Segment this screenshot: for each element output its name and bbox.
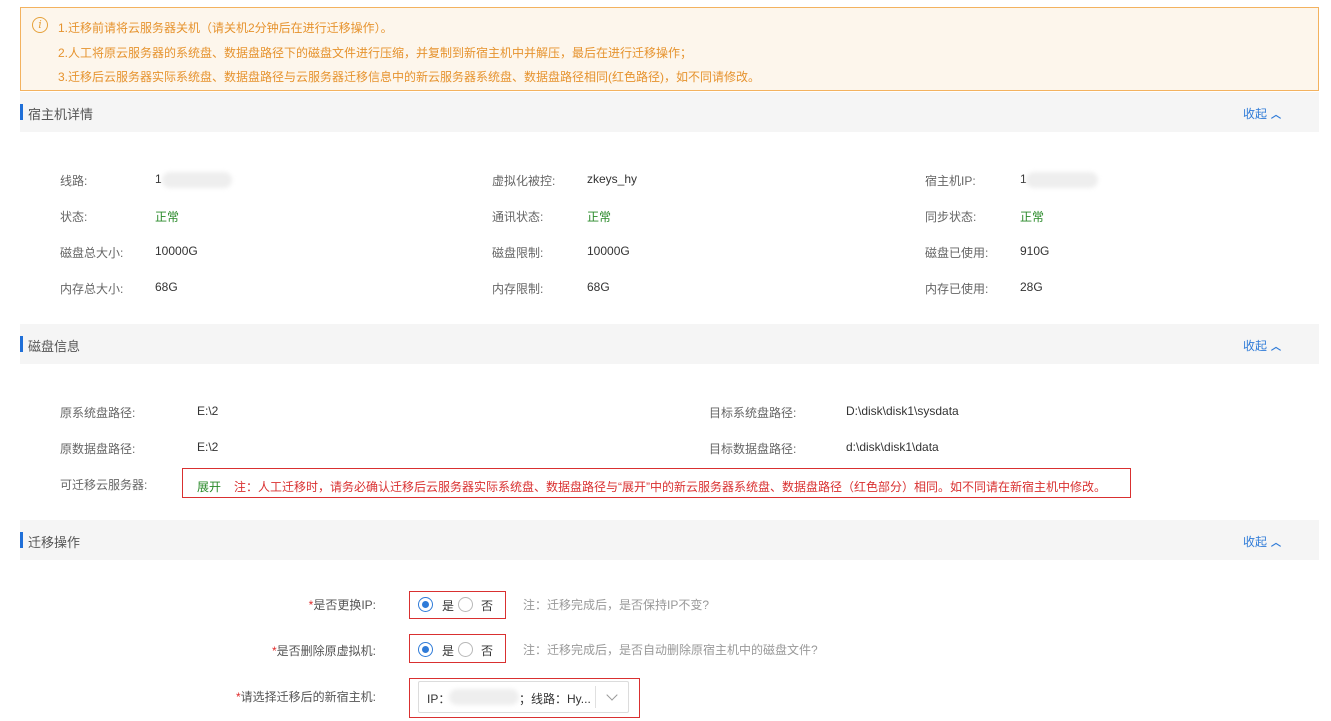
host-details-title: 宿主机详情: [28, 107, 94, 122]
disk-info-collapse-button[interactable]: 收起 ︿: [1243, 337, 1281, 354]
delete-vm-label-text: 是否删除原虚拟机:: [276, 644, 376, 658]
migrate-ops-title: 迁移操作: [28, 535, 81, 550]
redacted-new-host-ip: [449, 689, 519, 705]
chevron-down-icon: [606, 689, 618, 701]
delete-vm-yes-radio[interactable]: [418, 642, 433, 657]
migration-notice: i 1.迁移前请将云服务器关机（请关机2分钟后在进行迁移操作）。 2.人工将原云…: [20, 7, 1319, 91]
delete-vm-label: *是否删除原虚拟机:: [200, 642, 376, 659]
chevron-up-icon: ︿: [1271, 110, 1281, 121]
virtualization-label: 虚拟化被控:: [492, 174, 556, 188]
line-label: 线路:: [60, 174, 88, 188]
delete-vm-no-label: 否: [481, 644, 494, 658]
delete-vm-hint: 注：迁移完成后，是否自动删除原宿主机中的磁盘文件?: [523, 643, 818, 657]
src-sys-path-label: 原系统盘路径:: [60, 406, 136, 420]
section-accent-bar: [20, 104, 23, 120]
change-ip-no-radio[interactable]: [458, 597, 473, 612]
collapse-label: 收起: [1242, 107, 1267, 121]
dst-sys-path-value: D:\disk\disk1\sysdata: [846, 404, 959, 418]
mem-used-label: 内存已使用:: [925, 282, 989, 296]
mem-limit-label: 内存限制:: [492, 282, 544, 296]
chevron-up-icon: ︿: [1271, 342, 1281, 353]
change-ip-yes-radio[interactable]: [418, 597, 433, 612]
mem-limit-value: 68G: [587, 280, 610, 294]
migrate-ops-collapse-button[interactable]: 收起 ︿: [1243, 533, 1281, 550]
collapse-label: 收起: [1242, 339, 1267, 353]
select-divider: [595, 686, 596, 708]
migratable-note: 注：人工迁移时，请务必确认迁移后云服务器实际系统盘、数据盘路径与“展开”中的新云…: [234, 480, 1106, 494]
disk-used-value: 910G: [1020, 244, 1050, 258]
comm-status-label: 通讯状态:: [492, 210, 544, 224]
disk-info-header: 磁盘信息 收起 ︿: [20, 324, 1319, 364]
section-accent-bar: [20, 532, 23, 548]
dst-data-path-value: d:\disk\disk1\data: [846, 440, 939, 454]
section-accent-bar: [20, 336, 23, 352]
disk-limit-label: 磁盘限制:: [492, 246, 544, 260]
line-value: 1: [155, 172, 162, 186]
mem-total-label: 内存总大小:: [60, 282, 124, 296]
disk-limit-value: 10000G: [587, 244, 630, 258]
sync-status-value: 正常: [1020, 210, 1045, 224]
new-host-select[interactable]: IP： ；线路：Hy...: [418, 681, 629, 713]
new-host-label-text: 请选择迁移后的新宿主机:: [240, 690, 376, 704]
migratable-servers-label: 可迁移云服务器:: [60, 478, 148, 492]
host-details-collapse-button[interactable]: 收起 ︿: [1243, 105, 1281, 122]
src-data-path-label: 原数据盘路径:: [60, 442, 136, 456]
expand-link[interactable]: 展开: [197, 478, 221, 495]
status-label: 状态:: [60, 210, 88, 224]
delete-vm-no-radio[interactable]: [458, 642, 473, 657]
notice-line-1: 1.迁移前请将云服务器关机（请关机2分钟后在进行迁移操作）。: [58, 21, 393, 35]
change-ip-hint: 注：迁移完成后，是否保持IP不变?: [523, 598, 710, 612]
notice-line-2: 2.人工将原云服务器的系统盘、数据盘路径下的磁盘文件进行压缩，并复制到新宿主机中…: [58, 46, 693, 60]
change-ip-label: *是否更换IP:: [200, 596, 376, 613]
src-sys-path-value: E:\2: [197, 404, 219, 418]
host-details-header: 宿主机详情 收起 ︿: [20, 92, 1319, 132]
disk-info-title: 磁盘信息: [28, 339, 81, 354]
dst-sys-path-label: 目标系统盘路径:: [709, 406, 797, 420]
info-icon: i: [32, 17, 48, 33]
disk-used-label: 磁盘已使用:: [925, 246, 989, 260]
change-ip-yes-label: 是: [442, 599, 455, 613]
redacted-line: [162, 172, 232, 188]
disk-total-label: 磁盘总大小:: [60, 246, 124, 260]
disk-total-value: 10000G: [155, 244, 198, 258]
new-host-label: *请选择迁移后的新宿主机:: [200, 688, 376, 705]
new-host-ip-prefix: IP：: [427, 692, 451, 706]
chevron-up-icon: ︿: [1271, 538, 1281, 549]
comm-status-value: 正常: [587, 210, 612, 224]
sync-status-label: 同步状态:: [925, 210, 977, 224]
collapse-label: 收起: [1242, 535, 1267, 549]
host-ip-label: 宿主机IP:: [925, 174, 976, 188]
mem-used-value: 28G: [1020, 280, 1043, 294]
dst-data-path-label: 目标数据盘路径:: [709, 442, 797, 456]
status-value: 正常: [155, 210, 180, 224]
src-data-path-value: E:\2: [197, 440, 219, 454]
delete-vm-yes-label: 是: [442, 644, 455, 658]
change-ip-no-label: 否: [481, 599, 494, 613]
mem-total-value: 68G: [155, 280, 178, 294]
notice-line-3: 3.迁移后云服务器实际系统盘、数据盘路径与云服务器迁移信息中的新云服务器系统盘、…: [58, 70, 761, 84]
change-ip-label-text: 是否更换IP:: [313, 598, 376, 612]
new-host-suffix: ；线路：Hy...: [519, 692, 591, 706]
redacted-ip: [1026, 172, 1098, 188]
migrate-ops-header: 迁移操作 收起 ︿: [20, 520, 1319, 560]
virtualization-value: zkeys_hy: [587, 172, 638, 186]
